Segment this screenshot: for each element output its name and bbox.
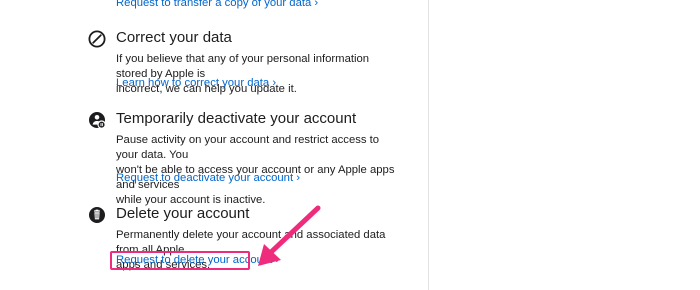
correct-data-description: If you believe that any of your personal…: [116, 53, 370, 95]
main-panel: Request to transfer a copy of your data …: [0, 0, 428, 290]
pencil-slash-icon: [88, 30, 106, 48]
deactivate-account-title: Temporarily deactivate your account: [116, 110, 357, 127]
side-panel: [429, 0, 700, 290]
highlight-box: [110, 251, 250, 270]
correct-data-title: Correct your data: [116, 29, 232, 46]
request-deactivate-link[interactable]: Request to deactivate your account ›: [116, 172, 300, 184]
trash-icon: [89, 207, 105, 223]
deactivate-account-description: Pause activity on your account and restr…: [116, 134, 395, 206]
transfer-data-link[interactable]: Request to transfer a copy of your data …: [116, 0, 318, 9]
deactivate-account-icon: [89, 112, 106, 129]
learn-correct-data-link[interactable]: Learn how to correct your data ›: [116, 77, 276, 89]
delete-account-title: Delete your account: [116, 205, 250, 222]
